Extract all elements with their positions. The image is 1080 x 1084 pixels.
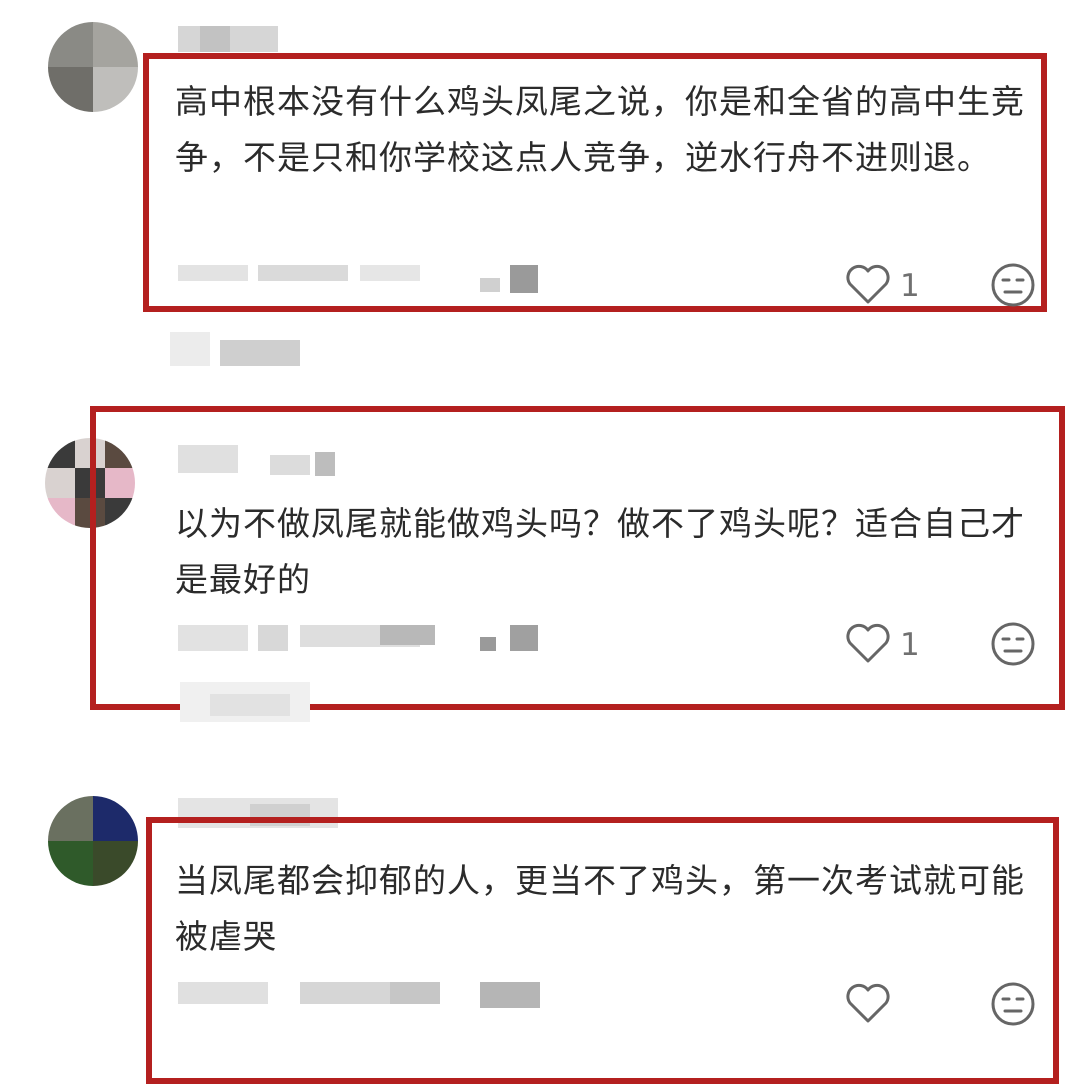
neutral-face-icon[interactable] bbox=[990, 981, 1036, 1027]
comment-item: 高中根本没有什么鸡头凤尾之说，你是和全省的高中生竞争，不是只和你学校这点人竞争，… bbox=[0, 0, 1080, 400]
heart-outline-icon[interactable] bbox=[845, 622, 891, 664]
username-redacted bbox=[315, 452, 335, 476]
neutral-face-icon[interactable] bbox=[990, 621, 1036, 667]
reply-redacted[interactable] bbox=[210, 694, 290, 716]
reply-redacted[interactable] bbox=[170, 332, 210, 366]
meta-redacted bbox=[510, 265, 538, 293]
meta-redacted bbox=[380, 625, 435, 645]
meta-redacted bbox=[480, 982, 540, 1008]
reply-redacted[interactable] bbox=[220, 340, 300, 366]
meta-redacted bbox=[178, 625, 248, 651]
heart-outline-icon[interactable] bbox=[845, 982, 891, 1024]
meta-redacted bbox=[480, 637, 496, 651]
comment-text: 高中根本没有什么鸡头凤尾之说，你是和全省的高中生竞争，不是只和你学校这点人竞争，… bbox=[175, 82, 1025, 177]
meta-redacted bbox=[258, 625, 288, 651]
comment-text: 当凤尾都会抑郁的人，更当不了鸡头，第一次考试就可能被虐哭 bbox=[175, 861, 1025, 956]
meta-redacted bbox=[360, 265, 420, 281]
like-count: 1 bbox=[900, 268, 920, 304]
username-redacted bbox=[270, 455, 310, 475]
neutral-face-icon[interactable] bbox=[990, 262, 1036, 308]
comment-item: 当凤尾都会抑郁的人，更当不了鸡头，第一次考试就可能被虐哭 bbox=[0, 760, 1080, 1084]
username-redacted bbox=[178, 445, 238, 473]
avatar[interactable] bbox=[48, 796, 138, 886]
avatar[interactable] bbox=[48, 22, 138, 112]
meta-redacted bbox=[178, 265, 248, 281]
comment-text: 以为不做凤尾就能做鸡头吗？做不了鸡头呢？适合自己才是最好的 bbox=[175, 504, 1025, 599]
meta-redacted bbox=[510, 625, 538, 651]
meta-redacted bbox=[178, 982, 268, 1004]
comment-item: 以为不做凤尾就能做鸡头吗？做不了鸡头呢？适合自己才是最好的 1 bbox=[0, 400, 1080, 760]
meta-redacted bbox=[258, 265, 348, 281]
meta-redacted bbox=[390, 982, 440, 1004]
meta-redacted bbox=[480, 278, 500, 292]
username-redacted bbox=[200, 26, 230, 52]
heart-outline-icon[interactable] bbox=[845, 263, 891, 305]
like-count: 1 bbox=[900, 627, 920, 663]
